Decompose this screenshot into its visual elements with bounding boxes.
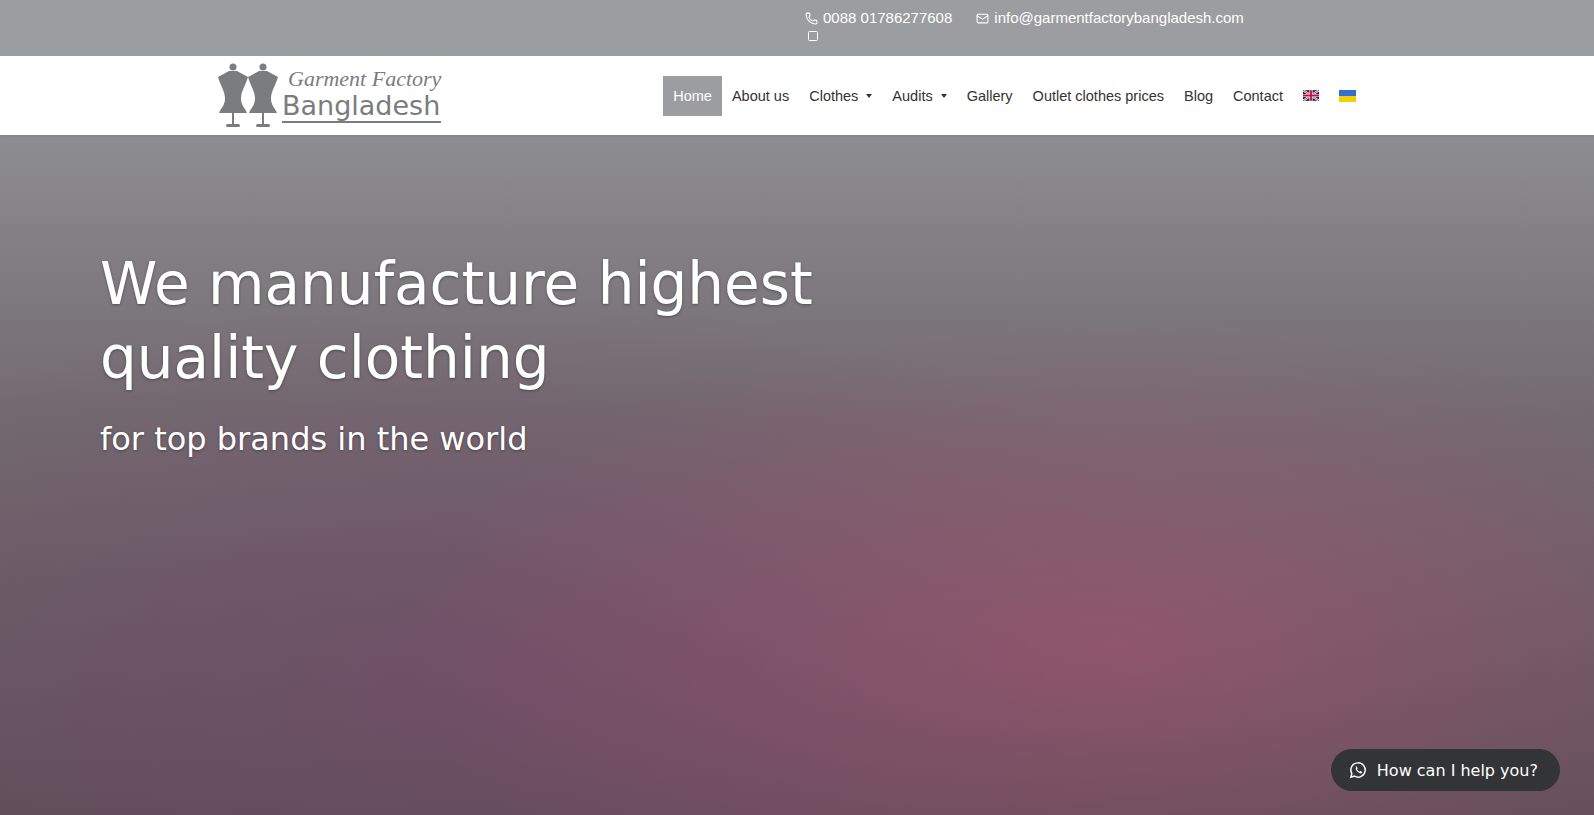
page: 0088 01786277608 info@garmentfactorybangl…	[0, 0, 1594, 815]
logo-script: Garment Factory	[282, 68, 441, 90]
menu-item[interactable]: Clothes	[799, 76, 882, 116]
menu-item[interactable]: Audits	[882, 76, 956, 116]
top-bar-container: 0088 01786277608 info@garmentfactorybangl…	[197, 8, 1397, 42]
nav-container: Garment FactoryBangladesh HomeAbout usClo…	[208, 62, 1386, 130]
caret-icon	[866, 94, 872, 98]
mannequin-icon	[218, 62, 280, 130]
whatsapp-icon	[1349, 761, 1367, 779]
phone-contact[interactable]: 0088 01786277608	[805, 8, 952, 28]
hero: We manufacture highest quality clothing f…	[0, 135, 1594, 815]
mail-icon	[976, 12, 989, 25]
nav-bar: Garment FactoryBangladesh HomeAbout usClo…	[0, 56, 1594, 135]
logo[interactable]: Garment FactoryBangladesh	[218, 62, 441, 130]
contact-row: 0088 01786277608 info@garmentfactorybangl…	[805, 8, 1397, 28]
ukraine-flag-icon[interactable]	[1339, 90, 1356, 102]
main-menu: HomeAbout usClothesAuditsGalleryOutlet c…	[663, 76, 1366, 116]
contact-row	[805, 30, 1397, 42]
menu-item[interactable]: Outlet clothes prices	[1023, 76, 1174, 116]
uk-flag-icon[interactable]	[1303, 90, 1319, 101]
menu-item[interactable]: Gallery	[957, 76, 1023, 116]
menu-item[interactable]: Blog	[1174, 76, 1223, 116]
chat-button[interactable]: How can I help you?	[1331, 749, 1560, 791]
phone-icon	[805, 12, 818, 25]
hero-title: We manufacture highest quality clothing	[100, 247, 920, 395]
menu-item[interactable]: About us	[722, 76, 799, 116]
menu-item[interactable]: Home	[663, 76, 722, 116]
caret-icon	[941, 94, 947, 98]
email-contact[interactable]: info@garmentfactorybangladesh.com	[976, 8, 1244, 28]
logo-text: Garment FactoryBangladesh	[282, 68, 441, 123]
square-icon[interactable]	[807, 30, 819, 42]
contact-info: 0088 01786277608 info@garmentfactorybangl…	[797, 8, 1397, 42]
menu-item[interactable]: Contact	[1223, 76, 1293, 116]
top-bar: 0088 01786277608 info@garmentfactorybangl…	[0, 0, 1594, 56]
logo-main: Bangladesh	[282, 92, 441, 123]
hero-subtitle: for top brands in the world	[100, 417, 1594, 461]
